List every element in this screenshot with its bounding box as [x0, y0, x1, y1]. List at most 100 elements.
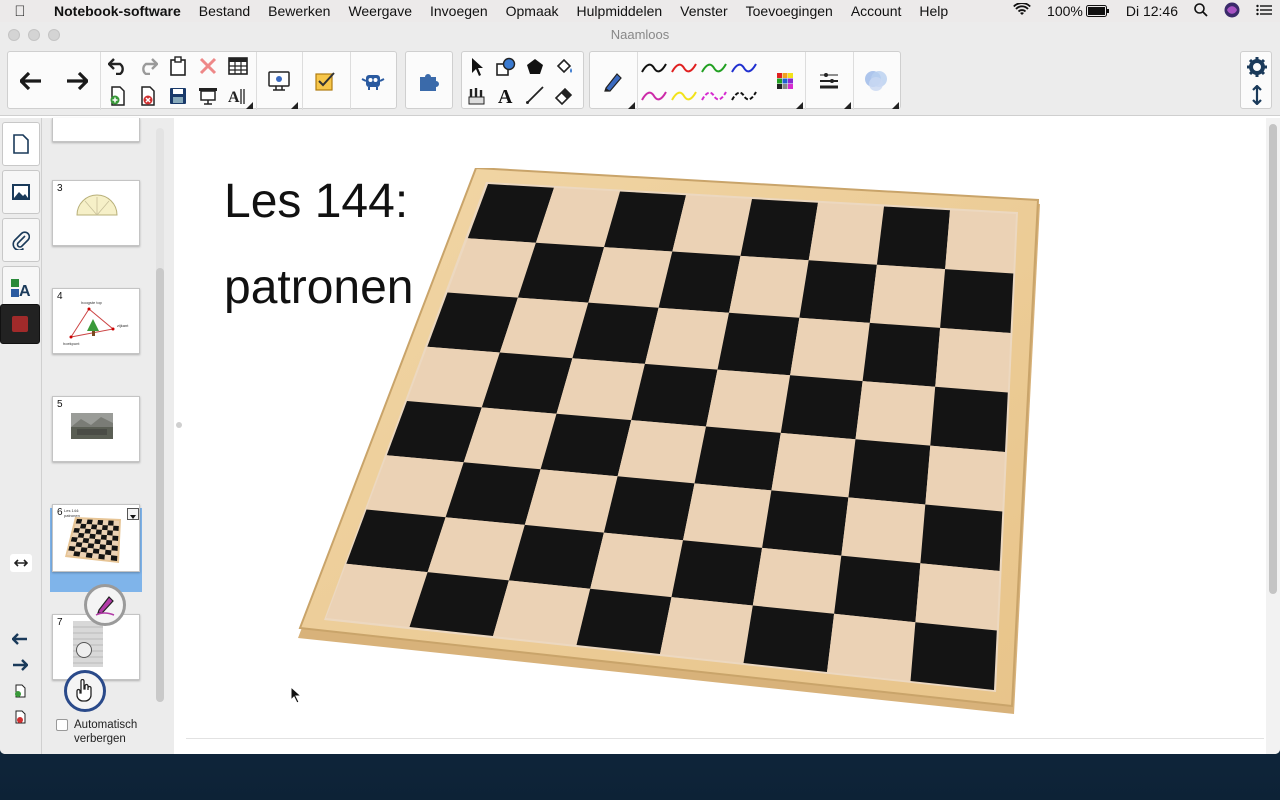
screen-shade-button[interactable] [196, 84, 220, 108]
clock[interactable]: Di 12:46 [1118, 3, 1186, 19]
line-style-button[interactable] [814, 66, 844, 96]
siri-icon[interactable] [1216, 2, 1248, 21]
pen-color-2[interactable] [670, 56, 698, 80]
menu-weergave[interactable]: Weergave [339, 3, 421, 19]
delete-page-button[interactable] [136, 84, 160, 108]
page-thumbnail-4[interactable]: 4 hoogste top zijkant hoekpunt [52, 288, 140, 354]
pen-color-5[interactable] [640, 84, 668, 108]
response-button[interactable] [310, 66, 340, 96]
tab-extra[interactable] [0, 304, 40, 344]
spotlight-search-icon[interactable] [1186, 2, 1216, 20]
menu-account[interactable]: Account [842, 3, 911, 19]
regular-polygon-tool-button[interactable] [522, 54, 548, 80]
page-canvas[interactable]: Les 144: patronen [186, 118, 1264, 738]
pen-stroke-icon [701, 63, 727, 73]
minimize-window-button[interactable] [28, 29, 40, 41]
sidebar-next-page[interactable] [10, 656, 30, 674]
delete-button[interactable] [196, 54, 220, 78]
touch-pointer-indicator[interactable] [64, 670, 106, 712]
insert-table-button[interactable] [226, 54, 250, 78]
tab-gallery[interactable] [2, 170, 40, 214]
screen-shade-icon [199, 88, 217, 105]
auto-hide-option[interactable]: Automatisch verbergen [56, 718, 137, 746]
eraser-tool-button[interactable] [551, 82, 577, 108]
page-thumbnail-3[interactable]: 3 [52, 180, 140, 246]
board-square [940, 269, 1014, 333]
pen-stroke-icon [701, 91, 727, 101]
creative-pens-tool-button[interactable] [464, 82, 490, 108]
menu-help[interactable]: Help [910, 3, 957, 19]
board-square [869, 264, 946, 328]
board-square [827, 613, 916, 681]
page-thumbnail-6[interactable]: 6 Les 144: patronen [52, 504, 140, 572]
close-window-button[interactable] [8, 29, 20, 41]
new-page-button[interactable] [106, 84, 130, 108]
zoom-window-button[interactable] [48, 29, 60, 41]
wifi-icon[interactable] [1005, 1, 1039, 20]
sidebar-previous-page[interactable] [10, 630, 30, 648]
menu-venster[interactable]: Venster [671, 3, 736, 19]
sidebar-add-page[interactable] [10, 682, 30, 700]
select-tool-button[interactable] [464, 54, 490, 80]
toolbar-position-button[interactable] [1243, 82, 1271, 108]
menu-bestand[interactable]: Bestand [190, 3, 259, 19]
fill-tool-button[interactable] [551, 54, 577, 80]
menu-invoegen[interactable]: Invoegen [421, 3, 497, 19]
board-square [73, 551, 81, 557]
pen-tool-indicator[interactable] [84, 584, 126, 626]
delete-x-icon [199, 57, 217, 75]
paste-button[interactable] [166, 54, 190, 78]
board-square [81, 542, 89, 548]
sorter-scroll-thumb[interactable] [156, 268, 164, 702]
redo-button[interactable] [136, 54, 160, 78]
page-menu-dropdown[interactable] [127, 508, 139, 520]
pen-color-8[interactable] [730, 84, 758, 108]
pen-color-1[interactable] [640, 56, 668, 80]
pen-color-3[interactable] [700, 56, 728, 80]
page-thumbnail-5[interactable]: 5 [52, 396, 140, 462]
chessboard-image[interactable] [296, 168, 1046, 718]
activity-builder-button[interactable] [358, 66, 388, 96]
settings-button[interactable] [1243, 54, 1271, 80]
tab-page-sorter[interactable] [2, 122, 40, 166]
board-square [683, 483, 772, 548]
pen-tool-button[interactable] [598, 66, 628, 96]
battery-indicator[interactable]: 100% [1039, 3, 1118, 19]
sidebar-tabs: A [0, 118, 42, 754]
undo-button[interactable] [106, 54, 130, 78]
pen-color-4[interactable] [730, 56, 758, 80]
auto-hide-checkbox[interactable] [56, 719, 68, 731]
sidebar-delete-page[interactable] [10, 708, 30, 726]
canvas-scroll-thumb[interactable] [1269, 124, 1277, 594]
page-thumbnail-2[interactable] [52, 118, 140, 142]
splitter-handle[interactable] [176, 422, 182, 428]
transparency-button[interactable] [860, 66, 892, 96]
line-tool-button[interactable] [522, 82, 548, 108]
pen-color-7[interactable] [700, 84, 728, 108]
puzzle-icon [420, 74, 439, 91]
apple-menu-icon[interactable]:  [0, 3, 40, 20]
save-button[interactable] [166, 84, 190, 108]
text-tool-button[interactable]: A [493, 82, 519, 108]
shapes-tool-button[interactable] [493, 54, 519, 80]
board-square [106, 535, 113, 541]
tab-attachments[interactable] [2, 218, 40, 262]
menu-toevoegingen[interactable]: Toevoegingen [737, 3, 842, 19]
board-square [73, 528, 80, 533]
menu-opmaak[interactable]: Opmaak [497, 3, 568, 19]
notification-center-icon[interactable] [1248, 3, 1280, 19]
menu-bewerken[interactable]: Bewerken [259, 3, 339, 19]
move-sidebar-button[interactable] [10, 554, 32, 572]
board-square [94, 539, 101, 545]
menu-app[interactable]: Notebook-software [40, 3, 190, 19]
previous-page-button[interactable] [16, 66, 46, 96]
menu-hulpmiddelen[interactable]: Hulpmiddelen [568, 3, 672, 19]
canvas-scrollbar[interactable] [1266, 118, 1280, 754]
save-icon [170, 88, 186, 104]
color-grid-button[interactable] [770, 66, 800, 96]
pen-color-6[interactable] [670, 84, 698, 108]
board-square [540, 413, 632, 477]
next-page-button[interactable] [62, 66, 92, 96]
add-ons-button[interactable] [414, 66, 444, 96]
screen-capture-button[interactable] [264, 66, 294, 96]
